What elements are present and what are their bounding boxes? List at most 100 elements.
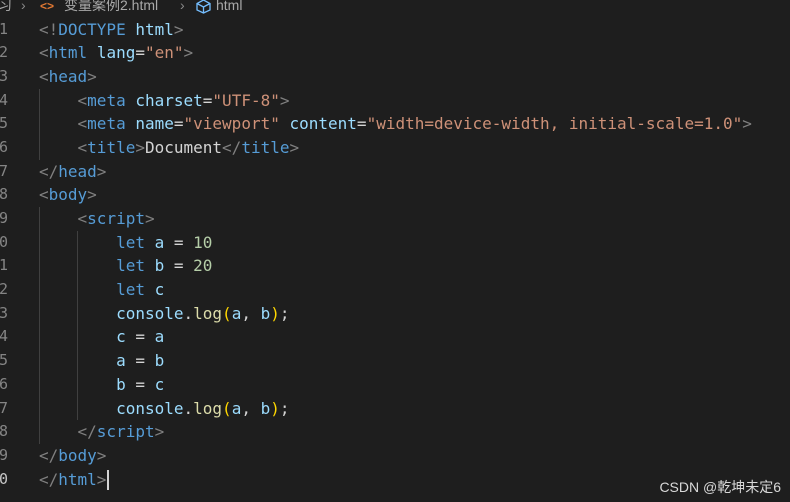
breadcrumb-symbol[interactable]: html: [216, 0, 242, 12]
breadcrumb-file[interactable]: 变量案例2.html: [64, 0, 158, 12]
code-line[interactable]: 7 console.log(a, b);: [0, 396, 790, 421]
breadcrumb-folder[interactable]: 习: [0, 0, 12, 12]
code-token: body: [58, 445, 97, 465]
breadcrumb: 习 › <> 变量案例2.html › html: [0, 0, 790, 14]
code-token: lang: [96, 43, 136, 63]
line-number: 3: [0, 66, 8, 85]
code-token: console: [116, 398, 184, 418]
code-text: <html lang="en">: [39, 41, 193, 65]
code-text: a = b: [39, 349, 164, 373]
code-line[interactable]: 8 <body>: [0, 183, 790, 207]
code-token: </: [39, 445, 59, 465]
code-text: console.log(a, b);: [39, 302, 289, 326]
code-token: name: [135, 114, 174, 134]
code-text: console.log(a, b);: [39, 397, 289, 421]
watermark: CSDN @乾坤未定6: [659, 479, 781, 495]
code-text: </body>: [39, 444, 106, 468]
line-number: 6: [0, 374, 8, 393]
line-number: 9: [0, 209, 8, 227]
code-text: <head>: [39, 65, 97, 89]
code-token: >: [173, 19, 184, 39]
code-text: c = a: [39, 325, 164, 349]
code-line[interactable]: 4 c = a: [0, 325, 790, 350]
code-token: <: [77, 90, 88, 110]
code-token: 20: [193, 256, 213, 276]
code-token: >: [87, 185, 97, 205]
code-token: b: [260, 303, 271, 323]
code-token: =: [356, 114, 367, 134]
code-token: >: [96, 445, 107, 465]
code-line[interactable]: 2 <html lang="en">: [0, 41, 790, 65]
code-token: =: [164, 232, 194, 252]
code-token: >: [135, 137, 145, 157]
code-token: >: [96, 161, 107, 181]
text-cursor: [107, 470, 110, 491]
chevron-right-icon: ›: [21, 0, 26, 13]
code-token: b: [260, 398, 271, 418]
code-token: c: [154, 280, 165, 300]
code-line[interactable]: 3 <head>: [0, 65, 790, 89]
line-number: 7: [0, 161, 8, 180]
code-line[interactable]: 4 <meta charset="UTF-8">: [0, 88, 790, 113]
code-line[interactable]: 1 <!DOCTYPE html>: [0, 18, 790, 42]
line-number: 2: [0, 43, 8, 62]
code-line[interactable]: 3 console.log(a, b);: [0, 301, 790, 326]
code-token: html: [48, 43, 88, 63]
code-token: b: [154, 256, 165, 276]
code-line[interactable]: 0 let a = 10: [0, 230, 790, 255]
line-number: 8: [0, 422, 8, 441]
code-line[interactable]: 2 let c: [0, 278, 790, 302]
code-line[interactable]: 1 let b = 20: [0, 254, 790, 279]
line-number: 1: [0, 256, 8, 275]
code-token: "viewport": [183, 114, 280, 134]
code-line[interactable]: 5 <meta name="viewport" content="width=d…: [0, 112, 790, 136]
code-text: <script>: [39, 207, 155, 231]
code-token: let: [116, 232, 145, 252]
code-token: meta: [87, 114, 126, 134]
code-line[interactable]: 8 </script>: [0, 420, 790, 444]
code-token: title: [87, 137, 136, 157]
code-text: b = c: [39, 373, 164, 397]
code-line[interactable]: 9 </body>: [0, 444, 790, 468]
code-token: (: [222, 398, 232, 418]
code-token: content: [289, 114, 357, 134]
code-token: >: [183, 43, 194, 63]
code-token: ,: [241, 398, 261, 418]
code-token: script: [96, 422, 155, 442]
code-token: log: [193, 398, 223, 418]
code-editor[interactable]: 1 <!DOCTYPE html> 2 <html lang="en"> 3 <head>…: [0, 18, 790, 492]
code-line[interactable]: 6 <title>Document</title>: [0, 135, 790, 160]
code-token: =: [135, 43, 145, 63]
code-token: <: [39, 185, 49, 205]
code-token: a: [231, 303, 242, 323]
code-line[interactable]: 9 <script>: [0, 207, 790, 231]
code-token: a: [116, 351, 126, 371]
code-line[interactable]: 5 a = b: [0, 349, 790, 373]
code-token: >: [289, 137, 300, 157]
code-token: =: [125, 327, 155, 347]
line-number: 4: [0, 327, 8, 346]
code-token: </: [39, 469, 59, 489]
code-token: html: [135, 19, 174, 39]
code-token: <: [39, 43, 49, 63]
code-line[interactable]: 7 </head>: [0, 160, 790, 184]
code-token: <: [77, 114, 88, 134]
code-token: >: [154, 422, 165, 442]
code-line[interactable]: 6 b = c: [0, 372, 790, 397]
code-token: >: [279, 90, 290, 110]
line-number: 6: [0, 137, 8, 156]
code-token: 10: [193, 232, 213, 252]
